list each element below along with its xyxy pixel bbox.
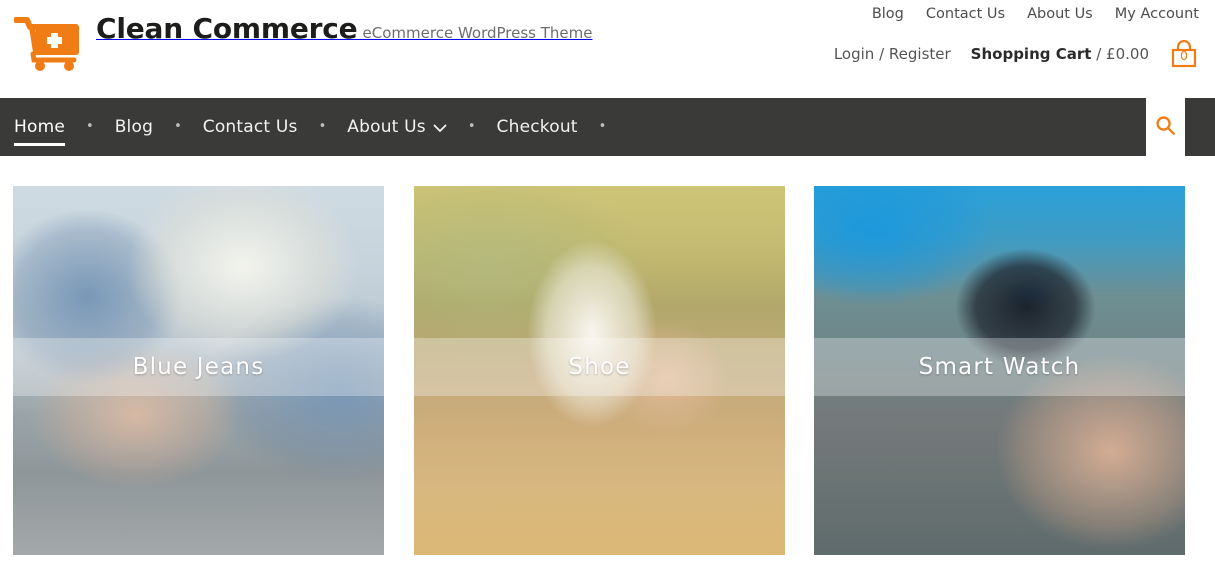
cart-total-amount: £0.00 xyxy=(1106,45,1149,63)
top-link-contact-us[interactable]: Contact Us xyxy=(926,6,1005,22)
shopping-cart-link[interactable]: Shopping Cart / £0.00 xyxy=(971,45,1149,63)
top-link-my-account[interactable]: My Account xyxy=(1115,6,1199,22)
site-header: Clean Commerce eCommerce WordPress Theme… xyxy=(0,0,1215,98)
featured-products-row: Blue Jeans Shoe Smart Watch xyxy=(0,156,1215,576)
main-nav-list: Home • Blog • Contact Us • About Us • Ch… xyxy=(14,98,627,156)
product-card-smart-watch[interactable]: Smart Watch xyxy=(814,186,1185,555)
cart-separator: / xyxy=(1096,45,1102,63)
product-card-blue-jeans[interactable]: Blue Jeans xyxy=(13,186,384,555)
search-icon xyxy=(1155,115,1176,140)
shopping-cart-label: Shopping Cart xyxy=(970,45,1092,63)
cart-item-count: 0 xyxy=(1180,48,1188,63)
brand-title: Clean Commerce xyxy=(96,12,358,45)
product-title: Shoe xyxy=(568,354,631,380)
nav-item-checkout[interactable]: Checkout xyxy=(497,98,578,156)
main-navigation-bar: Home • Blog • Contact Us • About Us • Ch… xyxy=(0,98,1215,156)
nav-label-contact-us: Contact Us xyxy=(202,117,298,137)
nav-separator: • xyxy=(598,119,607,134)
product-title-overlay: Shoe xyxy=(414,338,785,396)
top-utility-links: Blog Contact Us About Us My Account xyxy=(872,6,1199,22)
account-cart-bar: Login / Register Shopping Cart / £0.00 0 xyxy=(834,40,1199,68)
product-card-shoe[interactable]: Shoe xyxy=(414,186,785,555)
top-link-blog[interactable]: Blog xyxy=(872,6,904,22)
nav-item-contact-us[interactable]: Contact Us xyxy=(203,98,298,156)
shopping-bag-icon[interactable]: 0 xyxy=(1169,40,1199,68)
product-title-overlay: Blue Jeans xyxy=(13,338,384,396)
brand-tagline: eCommerce WordPress Theme xyxy=(362,24,593,42)
nav-separator: • xyxy=(174,119,182,134)
nav-item-about-us[interactable]: About Us xyxy=(347,98,447,156)
login-register-link[interactable]: Login / Register xyxy=(834,45,951,63)
chevron-down-icon xyxy=(433,118,447,138)
nav-separator: • xyxy=(318,119,327,134)
nav-separator: • xyxy=(86,119,94,134)
nav-label-home: Home xyxy=(14,117,66,137)
nav-label-about-us: About Us xyxy=(347,117,426,137)
nav-item-blog[interactable]: Blog xyxy=(115,98,153,156)
product-title: Smart Watch xyxy=(918,354,1081,380)
shopping-cart-plus-icon xyxy=(13,14,84,72)
nav-label-blog: Blog xyxy=(114,117,154,137)
product-title-overlay: Smart Watch xyxy=(814,338,1185,396)
product-title: Blue Jeans xyxy=(132,354,265,380)
search-toggle-button[interactable] xyxy=(1146,98,1185,156)
nav-item-home[interactable]: Home xyxy=(14,98,66,156)
nav-separator: • xyxy=(467,119,476,134)
top-link-about-us[interactable]: About Us xyxy=(1027,6,1093,22)
site-logo-link[interactable]: Clean Commerce eCommerce WordPress Theme xyxy=(13,8,593,72)
nav-label-checkout: Checkout xyxy=(496,117,578,137)
